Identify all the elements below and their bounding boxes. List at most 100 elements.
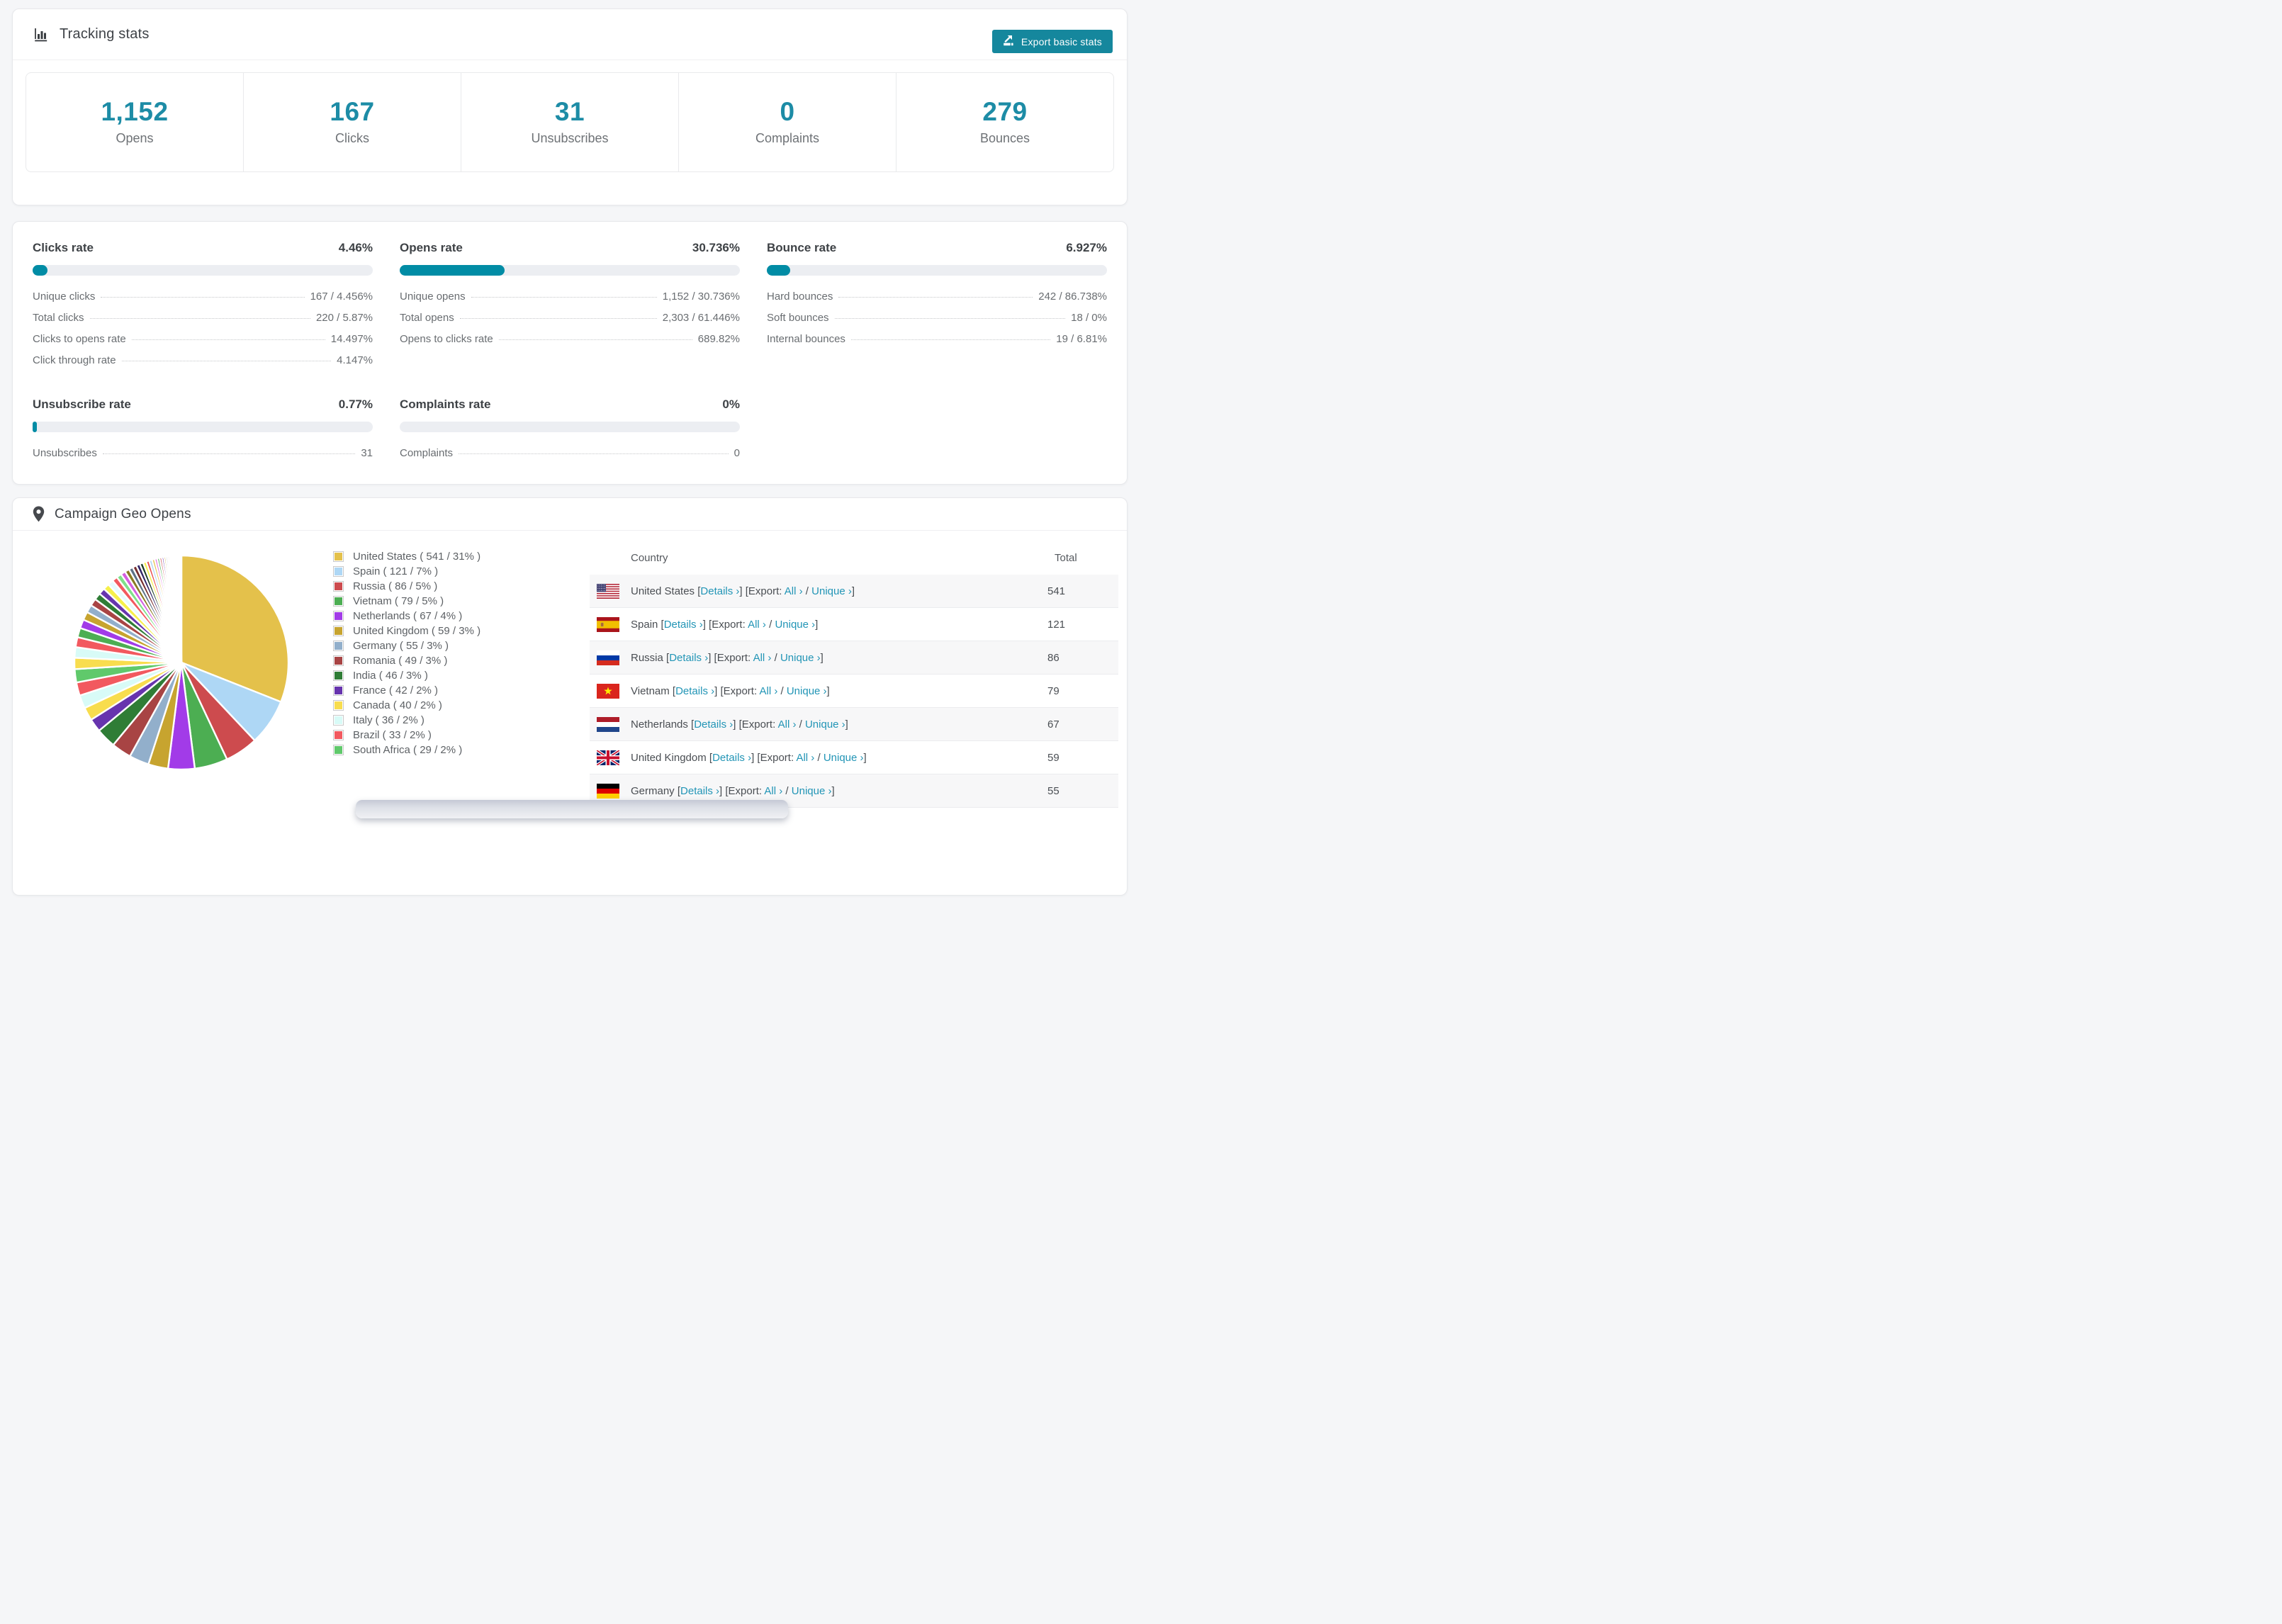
rate-block-bounce-rate: Bounce rate 6.927% Hard bounces 242 / 86.73… [767,241,1107,366]
rate-row-value: 18 / 0% [1071,312,1107,324]
country-cell: Germany [Details ›] [Export: All › / Uni… [631,784,835,797]
dotted-leader [131,339,325,340]
stat-label: Clicks [335,131,369,145]
tracking-stats-title: Tracking stats [60,26,150,42]
progress-track [33,265,373,276]
country-cell: Netherlands [Details ›] [Export: All › /… [631,718,848,731]
stat-complaints: 0 Complaints [678,73,896,171]
stat-value: 31 [554,97,585,126]
export-all-link[interactable]: All › [796,752,814,764]
progress-fill [400,265,505,276]
stat-clicks: 167 Clicks [243,73,461,171]
es-flag-icon [597,616,619,632]
map-pin-icon [33,506,45,522]
rate-value: 4.46% [338,241,373,254]
geo-header: Campaign Geo Opens [13,498,1127,531]
rate-row-value: 4.147% [337,354,373,366]
rate-detail-row: Internal bounces 19 / 6.81% [767,333,1107,345]
rate-detail-row: Complaints 0 [400,447,740,459]
export-unique-link[interactable]: Unique › [792,785,832,797]
rate-value: 6.927% [1066,241,1107,254]
legend-item-it: Italy ( 36 / 2% ) [333,713,480,728]
export-unique-link[interactable]: Unique › [824,752,864,764]
geo-table: Country Total United States [Details ›] [E… [590,541,1118,808]
legend-item-ca: Canada ( 40 / 2% ) [333,698,480,713]
rate-detail-row: Soft bounces 18 / 0% [767,312,1107,324]
legend-label: Romania ( 49 / 3% ) [353,655,448,667]
rate-title: Bounce rate [767,241,837,254]
total-cell: 59 [1047,751,1060,764]
tracking-stats-card: Tracking stats Export basic stats 1,152 O… [12,9,1128,205]
export-unique-link[interactable]: Unique › [787,685,827,697]
stat-label: Opens [116,131,154,145]
stat-opens: 1,152 Opens [26,73,243,171]
rates-grid: Clicks rate 4.46% Unique clicks 167 / 4.456… [13,222,1127,478]
rate-value: 0.77% [338,397,373,411]
legend-swatch [333,655,344,666]
total-cell: 541 [1047,585,1066,597]
rate-block-opens-rate: Opens rate 30.736% Unique opens 1,152 / 30.… [400,241,740,366]
legend-item-us: United States ( 541 / 31% ) [333,549,480,564]
details-link[interactable]: Details › [675,685,714,697]
rate-detail-row: Hard bounces 242 / 86.738% [767,291,1107,303]
stat-unsubscribes: 31 Unsubscribes [461,73,678,171]
details-link[interactable]: Details › [700,585,739,597]
rate-row-label: Opens to clicks rate [400,333,493,345]
rate-row-value: 31 [361,447,373,459]
progress-fill [33,265,48,276]
export-all-link[interactable]: All › [778,718,797,731]
rate-row-label: Clicks to opens rate [33,333,126,345]
legend-item-vn: Vietnam ( 79 / 5% ) [333,594,480,609]
horizontal-scrollbar[interactable] [356,800,788,818]
export-unique-link[interactable]: Unique › [775,619,815,631]
rate-row-label: Internal bounces [767,333,845,345]
legend-label: Canada ( 40 / 2% ) [353,699,442,711]
dotted-leader [101,297,305,298]
rate-row-label: Soft bounces [767,312,829,324]
bar-chart-icon [33,26,50,43]
legend-swatch [333,611,344,621]
geo-table-row-us: United States [Details ›] [Export: All ›… [590,575,1118,608]
dotted-leader [89,318,310,319]
progress-track [767,265,1107,276]
rate-row-value: 0 [734,447,740,459]
stat-label: Bounces [979,131,1030,145]
rate-row-value: 242 / 86.738% [1038,291,1107,303]
progress-track [33,422,373,432]
details-link[interactable]: Details › [712,752,751,764]
export-all-link[interactable]: All › [785,585,803,597]
progress-fill [767,265,791,276]
export-basic-stats-button[interactable]: Export basic stats [991,30,1113,53]
details-link[interactable]: Details › [669,652,708,664]
rate-row-value: 167 / 4.456% [310,291,373,303]
rate-title: Complaints rate [400,397,491,411]
legend-item-br: Brazil ( 33 / 2% ) [333,728,480,743]
legend-swatch [333,730,344,740]
export-all-link[interactable]: All › [764,785,782,797]
rate-title: Clicks rate [33,241,94,254]
rate-row-value: 220 / 5.87% [315,312,373,324]
legend-swatch [333,641,344,651]
export-unique-link[interactable]: Unique › [805,718,845,731]
rate-row-label: Unsubscribes [33,447,97,459]
legend-swatch [333,670,344,681]
export-unique-link[interactable]: Unique › [811,585,852,597]
de-flag-icon [597,783,619,799]
gb-flag-icon [597,750,619,765]
export-all-link[interactable]: All › [753,652,772,664]
tracking-stats-header: Tracking stats Export basic stats [13,9,1127,60]
legend-item-ru: Russia ( 86 / 5% ) [333,579,480,594]
stat-label: Unsubscribes [531,131,609,145]
rate-row-label: Complaints [400,447,454,459]
export-all-link[interactable]: All › [759,685,777,697]
export-unique-link[interactable]: Unique › [780,652,821,664]
rate-row-value: 689.82% [697,333,740,345]
legend-label: Russia ( 86 / 5% ) [353,580,438,592]
total-cell: 55 [1047,784,1060,797]
details-link[interactable]: Details › [664,619,703,631]
rates-card: Clicks rate 4.46% Unique clicks 167 / 4.456… [12,221,1128,485]
export-all-link[interactable]: All › [748,619,766,631]
details-link[interactable]: Details › [680,785,719,797]
dotted-leader [834,318,1066,319]
details-link[interactable]: Details › [694,718,733,731]
